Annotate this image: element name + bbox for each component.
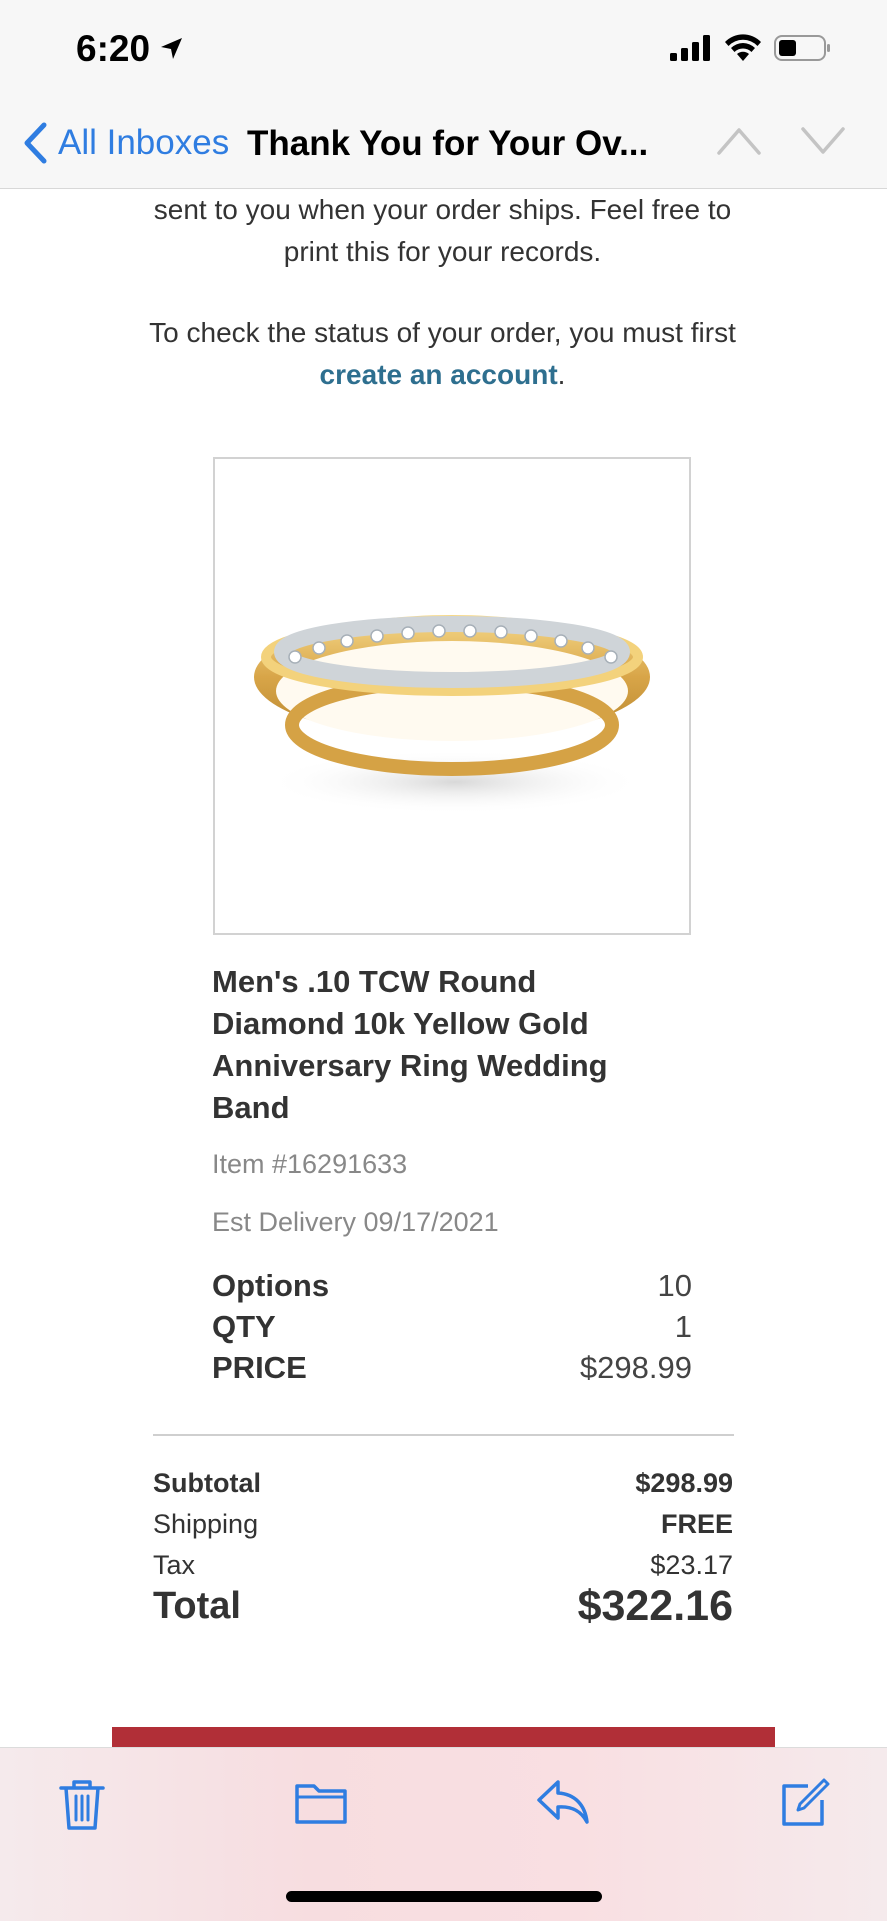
clock-label: 6:20 xyxy=(76,28,151,69)
status-bar: 6:20 xyxy=(0,0,887,100)
status-time: 6:20 xyxy=(76,28,184,70)
options-row: Options 10 xyxy=(212,1265,692,1306)
qty-row: QTY 1 xyxy=(212,1306,692,1347)
wifi-icon xyxy=(725,34,761,61)
previous-message-button[interactable] xyxy=(716,124,762,163)
back-label[interactable]: All Inboxes xyxy=(58,123,229,163)
chevron-left-icon xyxy=(24,122,47,164)
shipping-value: FREE xyxy=(660,1509,733,1539)
subtotal-label: Subtotal xyxy=(153,1468,261,1498)
home-indicator[interactable] xyxy=(286,1891,602,1902)
total-value: $322.16 xyxy=(577,1582,733,1630)
options-label: Options xyxy=(212,1268,330,1303)
intro-paragraph: sent to you when your order ships. Feel … xyxy=(120,189,765,273)
shipping-label: Shipping xyxy=(153,1509,259,1539)
total-label: Total xyxy=(153,1585,241,1627)
product-name-line: Anniversary Ring Wedding xyxy=(212,1048,608,1083)
create-account-link[interactable]: create an account xyxy=(320,359,558,390)
back-button[interactable]: All Inboxes xyxy=(22,122,229,164)
cellular-signal-icon xyxy=(670,35,710,61)
shipping-row: Shipping FREE xyxy=(153,1504,733,1545)
move-to-folder-button[interactable] xyxy=(294,1778,348,1831)
reply-button[interactable] xyxy=(536,1778,590,1831)
trash-icon xyxy=(59,1780,105,1830)
battery-icon xyxy=(774,35,830,61)
folder-icon xyxy=(295,1784,347,1824)
product-name-line: Men's .10 TCW Round xyxy=(212,964,537,999)
account-line: create an account. xyxy=(120,354,765,396)
email-body[interactable]: sent to you when your order ships. Feel … xyxy=(0,189,887,1747)
status-line: To check the status of your order, you m… xyxy=(149,317,736,348)
options-value: 10 xyxy=(657,1268,692,1303)
location-arrow-icon xyxy=(161,38,183,59)
compose-icon xyxy=(782,1778,830,1826)
product-name[interactable]: Men's .10 TCW Round Diamond 10k Yellow G… xyxy=(212,961,682,1129)
subtotal-row: Subtotal $298.99 xyxy=(153,1463,733,1504)
nav-bar: All Inboxes Thank You for Your Ov... xyxy=(0,100,887,189)
item-number: Item #16291633 xyxy=(212,1149,408,1179)
intro-line-1: sent to you when your order ships. Feel … xyxy=(153,194,732,225)
email-subject-title: Thank You for Your Ov... xyxy=(247,124,649,163)
chevron-up-icon xyxy=(717,128,761,155)
price-row: PRICE $298.99 xyxy=(212,1347,692,1388)
next-message-button[interactable] xyxy=(800,124,846,163)
status-icons xyxy=(670,34,832,62)
account-suffix: . xyxy=(557,359,566,390)
product-image[interactable] xyxy=(213,457,691,935)
product-name-line: Band xyxy=(212,1090,290,1125)
summary-divider xyxy=(153,1434,734,1436)
estimated-delivery: Est Delivery 09/17/2021 xyxy=(212,1207,499,1237)
product-name-line: Diamond 10k Yellow Gold xyxy=(212,1006,589,1041)
price-label: PRICE xyxy=(212,1350,307,1385)
price-value: $298.99 xyxy=(579,1350,692,1385)
tax-value: $23.17 xyxy=(650,1550,733,1580)
red-action-banner[interactable] xyxy=(112,1727,775,1747)
total-row: Total $322.16 xyxy=(153,1582,733,1630)
tax-label: Tax xyxy=(153,1550,196,1580)
trash-button[interactable] xyxy=(58,1778,106,1837)
qty-value: 1 xyxy=(674,1309,692,1344)
reply-icon xyxy=(537,1780,589,1824)
gold-ring-image xyxy=(254,615,650,814)
intro-line-2: print this for your records. xyxy=(283,236,602,267)
chevron-down-icon xyxy=(801,127,845,154)
compose-button[interactable] xyxy=(780,1778,830,1833)
order-status-paragraph: To check the status of your order, you m… xyxy=(120,312,765,396)
tax-row: Tax $23.17 xyxy=(153,1545,733,1586)
subtotal-value: $298.99 xyxy=(635,1468,733,1498)
qty-label: QTY xyxy=(212,1309,276,1344)
